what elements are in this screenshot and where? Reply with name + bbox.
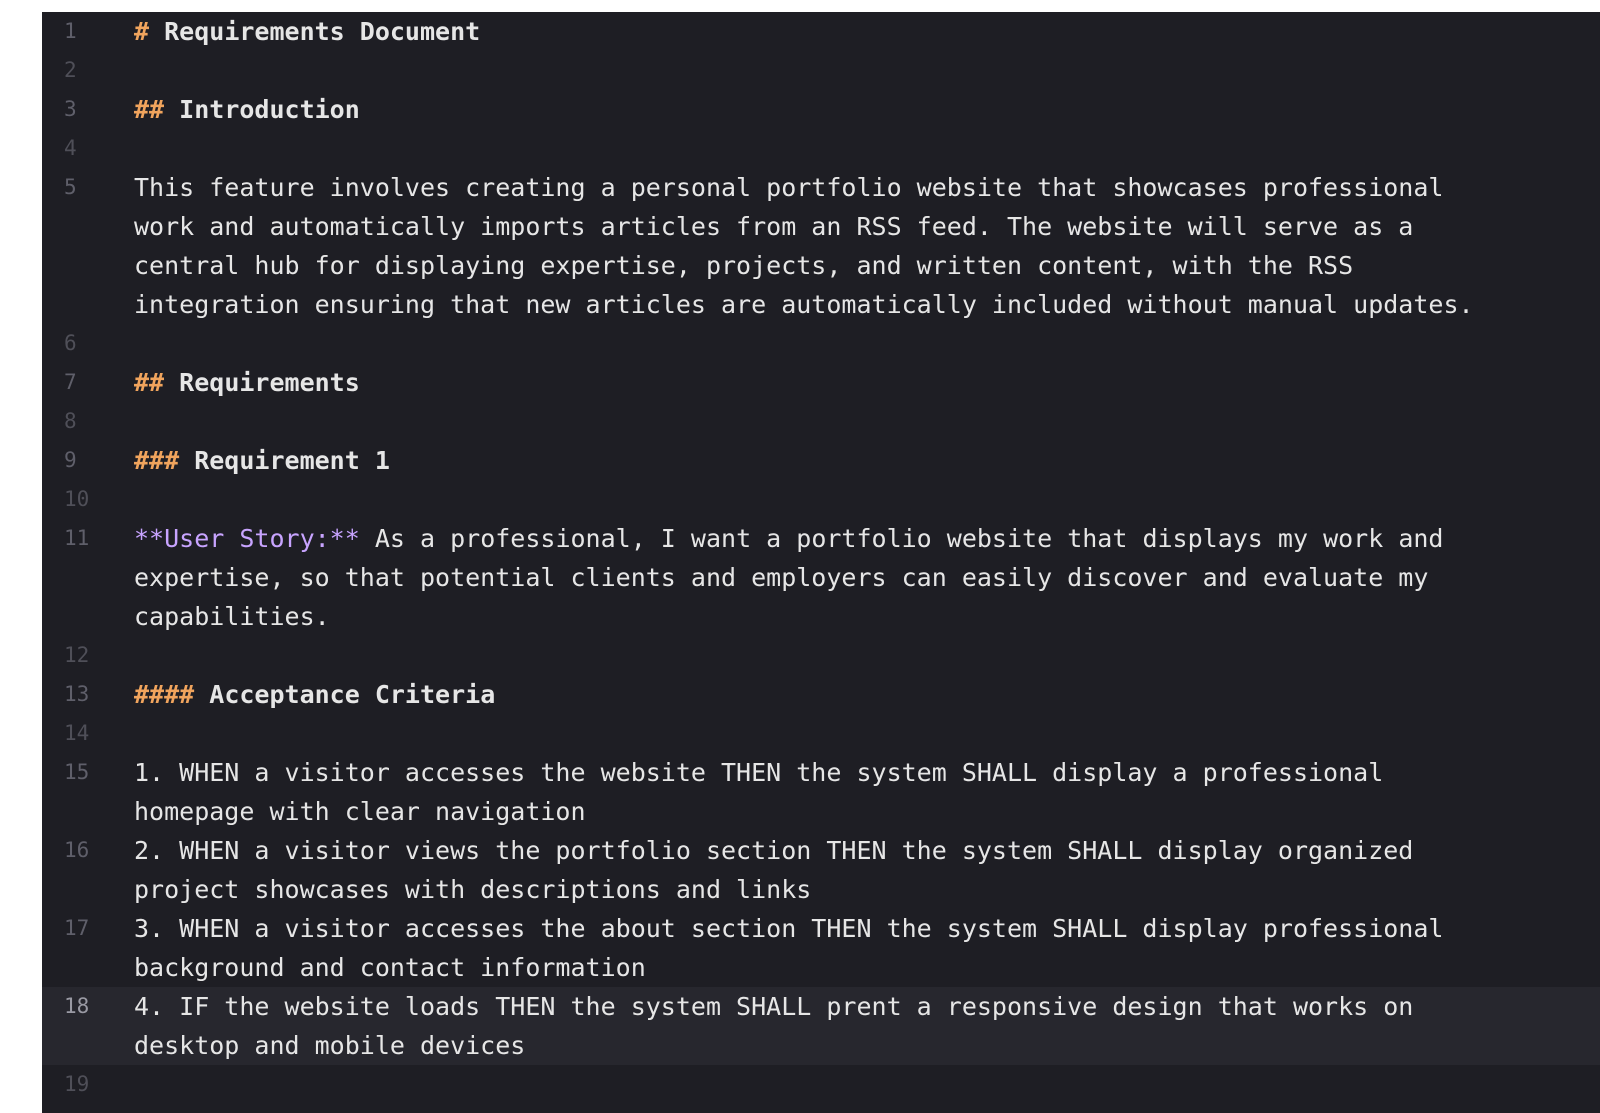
heading-text: Requirement 1 xyxy=(179,446,390,475)
editor-line-18-active[interactable]: 18 4. IF the website loads THEN the syst… xyxy=(42,987,1600,1065)
line-content[interactable]: ## Requirements xyxy=(134,363,1600,402)
line-number: 12 xyxy=(64,643,90,667)
wrapped-text: 1. WHEN a visitor accesses the website T… xyxy=(134,758,1384,787)
editor-line-1[interactable]: 1 # Requirements Document xyxy=(42,12,1600,51)
editor-line-14[interactable]: 14 xyxy=(42,714,1600,753)
wrapped-text: This feature involves creating a persona… xyxy=(134,173,1444,202)
heading-text: Introduction xyxy=(164,95,360,124)
heading-marker: ## xyxy=(134,95,165,124)
line-content[interactable]: ### Requirement 1 xyxy=(134,441,1600,480)
editor-line-3[interactable]: 3 ## Introduction xyxy=(42,90,1600,129)
editor-line-8[interactable]: 8 xyxy=(42,402,1600,441)
line-number: 11 xyxy=(64,526,90,550)
line-number: 16 xyxy=(64,838,90,862)
heading-text: Acceptance Criteria xyxy=(194,680,496,709)
wrapped-text: integration ensuring that new articles a… xyxy=(134,290,1474,319)
heading-marker: ### xyxy=(134,446,180,475)
editor-line-2[interactable]: 2 xyxy=(42,51,1600,90)
wrapped-text: project showcases with descriptions and … xyxy=(134,875,812,904)
heading-marker: #### xyxy=(134,680,195,709)
editor-line-13[interactable]: 13 #### Acceptance Criteria xyxy=(42,675,1600,714)
editor-line-4[interactable]: 4 xyxy=(42,129,1600,168)
line-content[interactable]: ## Introduction xyxy=(134,90,1600,129)
line-number: 15 xyxy=(64,760,90,784)
line-content[interactable]: This feature involves creating a persona… xyxy=(134,168,1600,324)
line-number: 7 xyxy=(64,370,77,394)
editor-line-9[interactable]: 9 ### Requirement 1 xyxy=(42,441,1600,480)
editor-line-5[interactable]: 5 This feature involves creating a perso… xyxy=(42,168,1600,324)
editor-line-10[interactable]: 10 xyxy=(42,480,1600,519)
bold-markup: **User Story:** xyxy=(134,524,360,553)
line-number: 2 xyxy=(64,58,77,82)
wrapped-text: central hub for displaying expertise, pr… xyxy=(134,251,1354,280)
line-content[interactable]: 2. WHEN a visitor views the portfolio se… xyxy=(134,831,1600,909)
editor-line-19[interactable]: 19 xyxy=(42,1065,1600,1104)
line-content[interactable]: #### Acceptance Criteria xyxy=(134,675,1600,714)
wrapped-text: As a professional, I want a portfolio we… xyxy=(359,524,1444,553)
editor-line-16[interactable]: 16 2. WHEN a visitor views the portfolio… xyxy=(42,831,1600,909)
line-content[interactable]: 3. WHEN a visitor accesses the about sec… xyxy=(134,909,1600,987)
wrapped-text: 3. WHEN a visitor accesses the about sec… xyxy=(134,914,1444,943)
wrapped-text: expertise, so that potential clients and… xyxy=(134,563,1429,592)
markdown-editor[interactable]: 1 # Requirements Document 2 3 ## Introdu… xyxy=(42,12,1600,1113)
line-content[interactable]: 4. IF the website loads THEN the system … xyxy=(134,987,1600,1065)
editor-line-7[interactable]: 7 ## Requirements xyxy=(42,363,1600,402)
line-number: 14 xyxy=(64,721,90,745)
editor-line-17[interactable]: 17 3. WHEN a visitor accesses the about … xyxy=(42,909,1600,987)
line-number: 19 xyxy=(64,1072,90,1096)
line-number: 5 xyxy=(64,175,77,199)
line-number: 18 xyxy=(64,994,90,1018)
line-number: 1 xyxy=(64,19,77,43)
line-content[interactable]: **User Story:** As a professional, I wan… xyxy=(134,519,1600,636)
line-number: 3 xyxy=(64,97,77,121)
wrapped-text: 4. IF the website loads THEN the system … xyxy=(134,992,1414,1021)
line-number: 17 xyxy=(64,916,90,940)
line-number: 6 xyxy=(64,331,77,355)
heading-marker: # xyxy=(134,17,150,46)
heading-marker: ## xyxy=(134,368,165,397)
line-content[interactable]: 1. WHEN a visitor accesses the website T… xyxy=(134,753,1600,831)
heading-text: Requirements Document xyxy=(149,17,481,46)
wrapped-text: homepage with clear navigation xyxy=(134,797,586,826)
editor-line-15[interactable]: 15 1. WHEN a visitor accesses the websit… xyxy=(42,753,1600,831)
line-number: 4 xyxy=(64,136,77,160)
editor-line-11[interactable]: 11 **User Story:** As a professional, I … xyxy=(42,519,1600,636)
wrapped-text: work and automatically imports articles … xyxy=(134,212,1414,241)
line-number: 8 xyxy=(64,409,77,433)
line-number: 9 xyxy=(64,448,77,472)
wrapped-text: 2. WHEN a visitor views the portfolio se… xyxy=(134,836,1414,865)
wrapped-text: background and contact information xyxy=(134,953,646,982)
editor-line-12[interactable]: 12 xyxy=(42,636,1600,675)
wrapped-text: desktop and mobile devices xyxy=(134,1031,526,1060)
editor-line-6[interactable]: 6 xyxy=(42,324,1600,363)
wrapped-text: capabilities. xyxy=(134,602,330,631)
line-content[interactable]: # Requirements Document xyxy=(134,12,1600,51)
heading-text: Requirements xyxy=(164,368,360,397)
line-number: 13 xyxy=(64,682,90,706)
line-number: 10 xyxy=(64,487,90,511)
